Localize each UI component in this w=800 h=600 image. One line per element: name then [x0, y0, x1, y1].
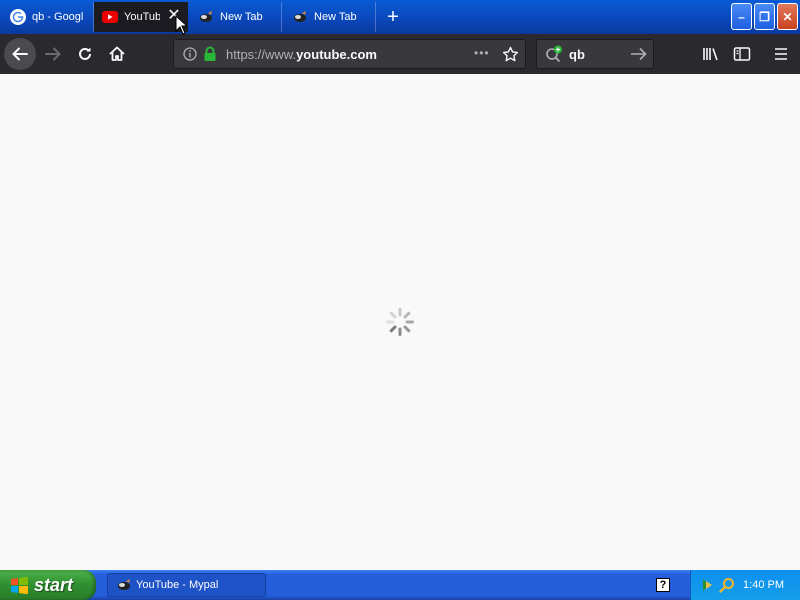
search-engine-icon[interactable] — [545, 45, 565, 68]
url-text[interactable]: https://www.youtube.com — [226, 47, 377, 62]
bookmark-star-icon[interactable] — [502, 46, 519, 68]
tab-google[interactable]: qb - Googl — [2, 2, 94, 32]
help-icon[interactable]: ? — [656, 578, 670, 592]
mypal-icon — [198, 9, 214, 25]
mypal-icon — [116, 577, 132, 593]
forward-arrow-icon — [45, 47, 61, 61]
sidebar-button[interactable] — [727, 39, 757, 69]
network-icon[interactable] — [701, 577, 717, 598]
home-icon — [109, 46, 125, 61]
google-icon — [10, 9, 26, 25]
restore-button[interactable]: ❐ — [754, 3, 775, 30]
forward-button[interactable] — [38, 39, 68, 69]
start-button[interactable]: start — [0, 570, 96, 600]
youtube-icon — [102, 9, 118, 25]
taskbar: start YouTube - Mypal 1:40 PM — [0, 570, 800, 600]
home-button[interactable] — [102, 39, 132, 69]
tab-label: qb - Googl — [32, 11, 84, 23]
tab-new-2[interactable]: New Tab — [282, 2, 376, 32]
back-arrow-icon — [12, 47, 28, 61]
info-icon[interactable] — [183, 47, 197, 66]
page-actions-button[interactable]: ••• — [474, 46, 490, 60]
taskbar-item-label: YouTube - Mypal — [136, 579, 219, 591]
search-input[interactable]: qb — [569, 47, 585, 62]
lock-icon[interactable] — [203, 46, 217, 67]
library-icon — [703, 48, 718, 61]
close-window-button[interactable]: ✕ — [777, 3, 798, 30]
tab-youtube[interactable]: YouTub ✕ — [94, 2, 188, 32]
search-icon[interactable] — [719, 577, 735, 598]
back-button[interactable] — [4, 38, 36, 70]
taskbar-item-youtube-mypal[interactable]: YouTube - Mypal — [107, 573, 266, 597]
reload-icon — [79, 47, 91, 60]
tab-label: New Tab — [220, 11, 263, 23]
hamburger-menu-icon — [775, 48, 787, 60]
minimize-button[interactable]: – — [731, 3, 752, 30]
search-go-arrow-icon[interactable] — [630, 46, 648, 67]
mypal-icon — [292, 9, 308, 25]
clock: 1:40 PM — [743, 579, 784, 591]
sidebar-icon — [733, 47, 751, 61]
menu-button[interactable] — [766, 39, 796, 69]
system-tray: 1:40 PM — [690, 570, 800, 600]
tab-label: YouTub — [124, 11, 160, 23]
windows-logo-icon — [10, 576, 30, 594]
tab-strip: qb - Googl YouTub ✕ New Tab New Tab + – … — [0, 0, 800, 34]
search-bar[interactable]: qb — [536, 39, 654, 69]
url-prefix: https://www. — [226, 47, 297, 62]
start-label: start — [34, 574, 74, 595]
mouse-cursor-icon — [175, 15, 187, 35]
new-tab-button[interactable]: + — [380, 2, 406, 32]
tab-new-1[interactable]: New Tab — [188, 2, 282, 32]
url-bar[interactable]: https://www.youtube.com ••• — [173, 39, 526, 69]
url-domain: youtube.com — [296, 47, 377, 62]
tab-label: New Tab — [314, 11, 357, 23]
loading-spinner-icon — [386, 308, 414, 336]
reload-button[interactable] — [70, 39, 100, 69]
page-content — [0, 74, 800, 570]
navigation-toolbar: https://www.youtube.com ••• qb — [0, 34, 800, 74]
library-button[interactable] — [696, 39, 726, 69]
